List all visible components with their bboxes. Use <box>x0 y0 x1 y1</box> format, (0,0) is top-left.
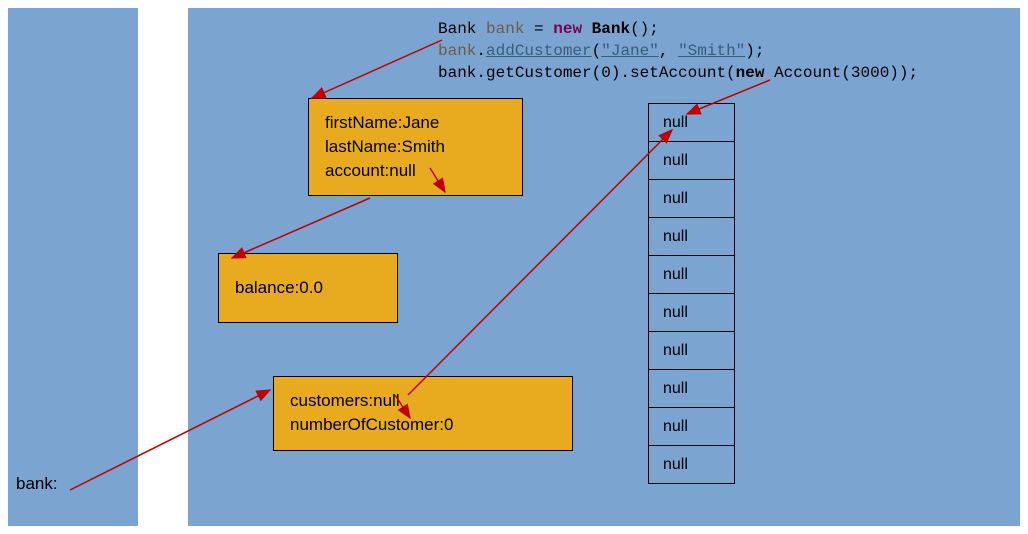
token: . <box>476 42 486 60</box>
balance-box: balance:0.0 <box>218 253 398 323</box>
token: , <box>659 42 678 60</box>
customer-firstname: firstName:Jane <box>325 111 506 135</box>
token-new: new <box>553 20 582 38</box>
array-cell: null <box>649 294 735 332</box>
code-block: Bank bank = new Bank(); bank.addCustomer… <box>438 18 918 84</box>
token-new: new <box>736 64 765 82</box>
balance-value: balance:0.0 <box>235 276 323 300</box>
token: bank <box>438 42 476 60</box>
token: ); <box>745 42 764 60</box>
token: Account(3000)); <box>764 64 918 82</box>
array-cell: null <box>649 408 735 446</box>
right-panel: Bank bank = new Bank(); bank.addCustomer… <box>188 8 1020 526</box>
bank-customers: customers:null <box>290 389 556 413</box>
code-line-2: bank.addCustomer("Jane", "Smith"); <box>438 40 918 62</box>
customer-lastname: lastName:Smith <box>325 135 506 159</box>
array-cell: null <box>649 370 735 408</box>
token: bank <box>486 20 524 38</box>
token: = <box>524 20 553 38</box>
array-cell: null <box>649 256 735 294</box>
token <box>582 20 592 38</box>
code-line-1: Bank bank = new Bank(); <box>438 18 918 40</box>
customer-box: firstName:Jane lastName:Smith account:nu… <box>308 98 523 196</box>
token: addCustomer <box>486 42 592 60</box>
array-cell: null <box>649 218 735 256</box>
code-line-3: bank.getCustomer(0).setAccount(new Accou… <box>438 62 918 84</box>
array-cell: null <box>649 142 735 180</box>
array-cell: null <box>649 446 735 484</box>
token: "Smith" <box>678 42 745 60</box>
bank-object-box: customers:null numberOfCustomer:0 <box>273 376 573 451</box>
array-cell: null <box>649 180 735 218</box>
bank-label: bank: <box>16 474 58 494</box>
token: ( <box>592 42 602 60</box>
left-panel: bank: <box>8 8 138 526</box>
token: (); <box>630 20 659 38</box>
token: Bank <box>438 20 486 38</box>
token: Bank <box>592 20 630 38</box>
token: bank.getCustomer(0).setAccount( <box>438 64 736 82</box>
bank-numberofcustomer: numberOfCustomer:0 <box>290 413 556 437</box>
array-cell: null <box>649 104 735 142</box>
array-cell: null <box>649 332 735 370</box>
token: "Jane" <box>601 42 659 60</box>
customer-account: account:null <box>325 159 506 183</box>
customers-array: null null null null null null null null … <box>648 103 735 484</box>
